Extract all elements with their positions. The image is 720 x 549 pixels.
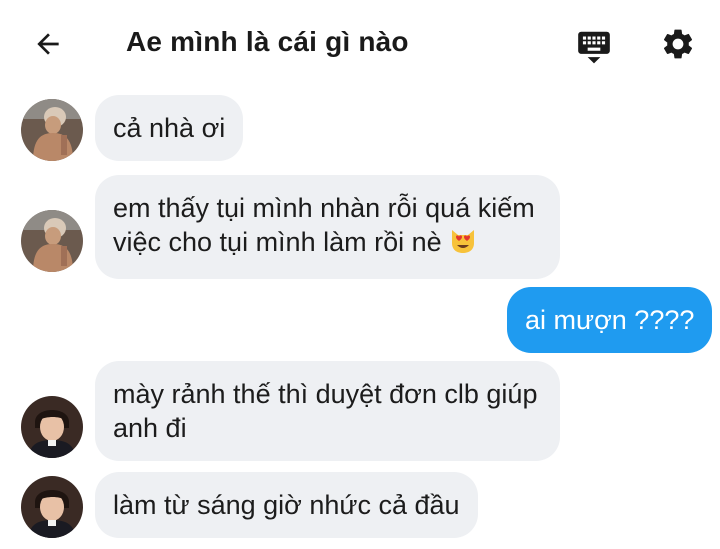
- smiling-cat-heart-eyes-emoji-icon: [448, 225, 478, 263]
- chat-title: Ae mình là cái gì nào: [126, 26, 409, 57]
- message-text-line: anh đi: [113, 413, 187, 443]
- message-bubble-incoming[interactable]: làm từ sáng giờ nhức cả đầu: [95, 472, 478, 538]
- chat-header: Ae mình là cái gì nào: [0, 0, 720, 88]
- user-photo-icon: [21, 396, 83, 458]
- settings-button[interactable]: [656, 22, 700, 66]
- message-text: làm từ sáng giờ nhức cả đầu: [113, 490, 460, 520]
- avatar[interactable]: [21, 210, 83, 272]
- keyboard-button[interactable]: [572, 24, 616, 68]
- message-bubble-incoming[interactable]: em thấy tụi mình nhàn rỗi quá kiếm việc …: [95, 175, 560, 279]
- arrow-left-icon: [37, 33, 59, 55]
- gear-icon: [663, 29, 693, 59]
- message-text-line: mày rảnh thế thì duyệt đơn clb giúp: [113, 379, 538, 409]
- back-button[interactable]: [28, 24, 68, 64]
- avatar[interactable]: [21, 99, 83, 161]
- message-text: ai mượn ????: [525, 305, 695, 335]
- message-text-line: việc cho tụi mình làm rồi nè: [113, 225, 542, 263]
- user-photo-icon: [21, 210, 83, 272]
- message-bubble-incoming[interactable]: cả nhà ơi: [95, 95, 244, 161]
- user-photo-icon: [21, 99, 83, 161]
- message-text-line: em thấy tụi mình nhàn rỗi quá kiếm: [113, 193, 535, 223]
- user-photo-icon: [21, 476, 83, 538]
- message-bubble-outgoing[interactable]: ai mượn ????: [507, 287, 713, 353]
- avatar[interactable]: [21, 476, 83, 538]
- keyboard-icon: [578, 31, 610, 64]
- avatar[interactable]: [21, 396, 83, 458]
- chat-screen: Ae mình là cái gì nào cả nhà ơi em thấy …: [0, 0, 720, 549]
- message-text: cả nhà ơi: [113, 113, 226, 143]
- message-bubble-incoming[interactable]: mày rảnh thế thì duyệt đơn clb giúp anh …: [95, 361, 560, 461]
